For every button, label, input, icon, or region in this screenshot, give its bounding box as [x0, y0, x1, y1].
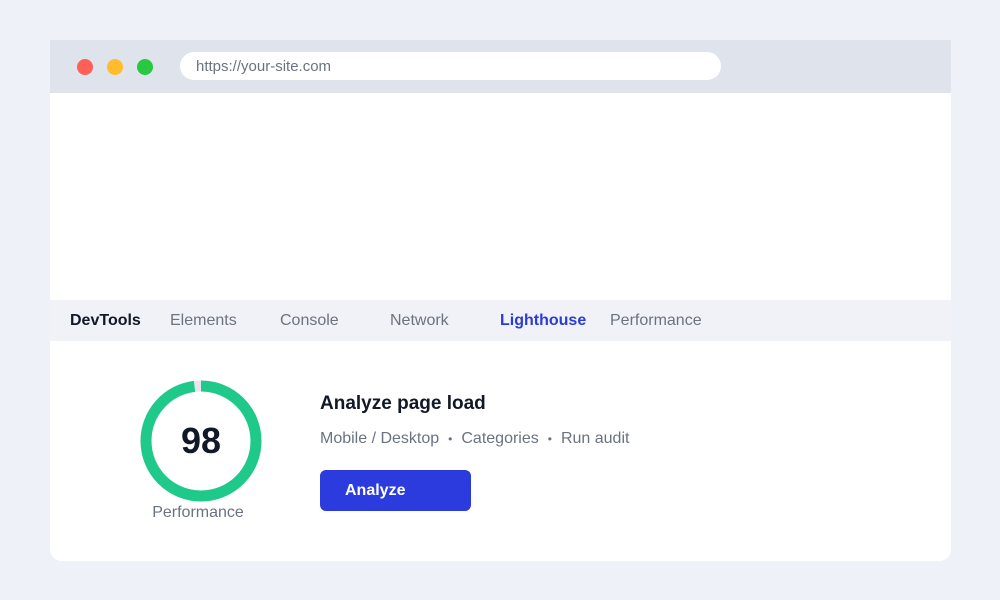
browser-window: https://your-site.com DevTools Elements …: [50, 40, 951, 561]
lighthouse-panel: 98 Performance Analyze page load Mobile …: [50, 341, 951, 561]
option-run-audit: Run audit: [560, 430, 630, 447]
tab-elements[interactable]: Elements: [170, 300, 237, 341]
analyze-button[interactable]: Analyze: [320, 470, 471, 511]
option-categories: Categories: [461, 430, 539, 447]
performance-score: 98: [180, 420, 222, 461]
tab-performance[interactable]: Performance: [610, 300, 702, 341]
minimize-window-button[interactable]: [107, 59, 123, 75]
tab-network[interactable]: Network: [390, 300, 449, 341]
devtools-tab-bar: DevTools Elements Console Network Lighth…: [50, 300, 951, 341]
separator-dot: •: [547, 432, 552, 446]
address-bar-url: https://your-site.com: [196, 57, 332, 75]
separator-dot: •: [448, 432, 453, 446]
maximize-window-button[interactable]: [137, 59, 153, 75]
page-viewport: [50, 93, 951, 300]
devtools-title: DevTools: [70, 311, 141, 329]
option-device: Mobile / Desktop: [320, 430, 440, 447]
browser-titlebar: https://your-site.com: [50, 40, 951, 93]
audit-title: Analyze page load: [320, 393, 486, 414]
tab-lighthouse[interactable]: Lighthouse: [500, 300, 586, 341]
tab-console[interactable]: Console: [280, 300, 339, 341]
audit-options: Mobile / Desktop • Categories • Run audi…: [320, 430, 629, 448]
performance-score-label: Performance: [152, 504, 244, 521]
performance-score-gauge: 98: [140, 380, 262, 502]
address-bar[interactable]: https://your-site.com: [180, 52, 721, 80]
close-window-button[interactable]: [77, 59, 93, 75]
